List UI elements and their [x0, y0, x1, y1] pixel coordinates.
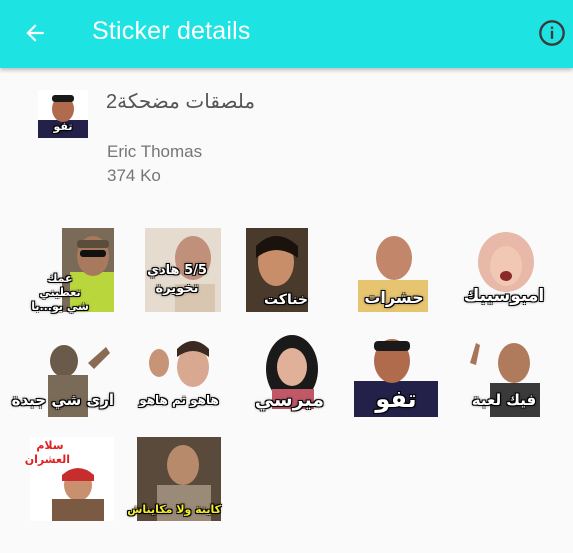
- pack-size: 374 Ko: [107, 166, 161, 185]
- pack-icon-caption: تفو: [53, 120, 73, 133]
- sticker-12-caption: كاينة ولا مكايناش: [127, 503, 221, 516]
- sticker-7-caption: هاهو ثم هاهو: [139, 393, 219, 407]
- back-button[interactable]: [20, 18, 50, 48]
- sticker-6-caption: ارى شي جبدة: [11, 391, 114, 409]
- sticker-6[interactable]: ارى شي جبدة: [11, 333, 114, 417]
- sticker-5[interactable]: امبوسيبك: [462, 228, 546, 312]
- sticker-8-caption: ميرسي: [254, 389, 324, 411]
- page-title: Sticker details: [92, 17, 251, 45]
- app-bar: Sticker details: [0, 0, 573, 68]
- sticker-10[interactable]: فيك لعبة: [462, 333, 546, 417]
- sticker-1[interactable]: عمك تعطيني شي بو...با: [30, 228, 114, 313]
- pack-icon: تفو: [38, 90, 88, 138]
- sticker-4-caption: حشرات: [364, 288, 424, 307]
- sticker-4[interactable]: حشرات: [352, 228, 436, 312]
- sticker-12[interactable]: كاينة ولا مكايناش: [127, 437, 221, 521]
- sticker-3[interactable]: خناكت: [244, 228, 328, 312]
- sticker-2[interactable]: 5/5 هادي تخويرة: [137, 228, 221, 312]
- arrow-left-icon: [26, 24, 44, 42]
- info-icon: [539, 20, 565, 46]
- sticker-2-caption: 5/5 هادي تخويرة: [147, 263, 207, 296]
- sticker-11-caption: سلام العشران: [24, 439, 70, 466]
- pack-author: Eric Thomas: [107, 142, 203, 161]
- sticker-9[interactable]: تفو: [354, 333, 438, 417]
- sticker-11[interactable]: سلام العشران: [24, 437, 114, 521]
- sticker-1-caption: عمك تعطيني شي بو...با: [31, 272, 89, 313]
- sticker-8[interactable]: ميرسي: [254, 333, 342, 417]
- info-button[interactable]: [537, 18, 567, 48]
- sticker-3-caption: خناكت: [263, 292, 309, 308]
- sticker-5-caption: امبوسيبك: [463, 286, 545, 306]
- sticker-9-caption: تفو: [375, 385, 417, 413]
- pack-name: ملصقات مضحكة2: [106, 91, 256, 113]
- sticker-10-caption: فيك لعبة: [471, 391, 537, 409]
- sticker-7[interactable]: هاهو ثم هاهو: [137, 333, 221, 417]
